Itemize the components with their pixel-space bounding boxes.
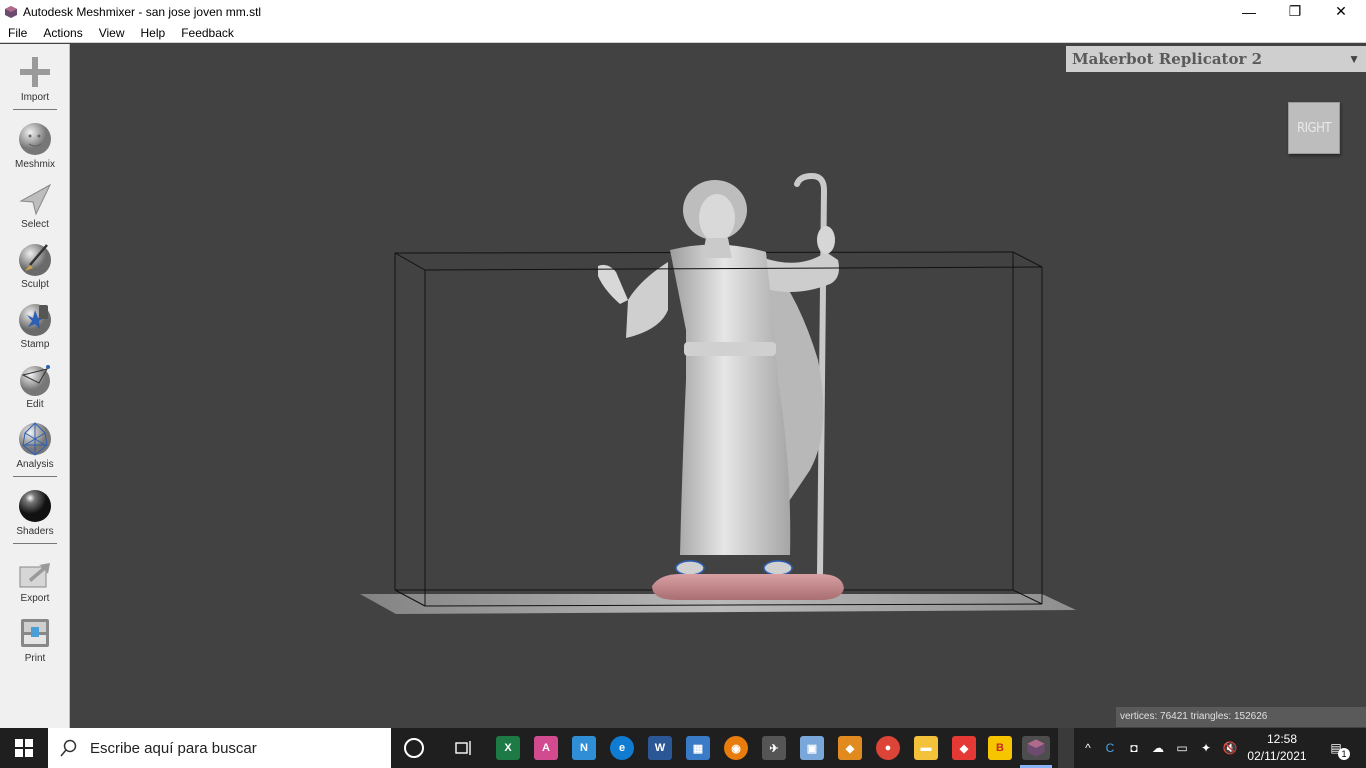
excel-icon[interactable]: X	[496, 736, 520, 760]
taskbar-search[interactable]: Escribe aquí para buscar	[48, 728, 391, 768]
print-label: Print	[24, 653, 46, 664]
analysis-sphere-icon	[19, 422, 51, 456]
scene-canvas	[360, 172, 1076, 614]
window-title: Autodesk Meshmixer - san jose joven mm.s…	[23, 4, 262, 19]
sculpt-label: Sculpt	[21, 279, 49, 290]
stamp-tool-button[interactable]: Stamp	[0, 295, 70, 355]
app-tool-icon[interactable]: ✈	[762, 736, 786, 760]
stamp-label: Stamp	[20, 339, 50, 350]
sculpt-tool-button[interactable]: Sculpt	[0, 235, 70, 295]
menu-file[interactable]: File	[0, 23, 35, 43]
windows-taskbar: Escribe aquí para buscar X A N e W ▦ ◉ ✈…	[0, 728, 1366, 768]
onedrive-icon[interactable]: ☁	[1150, 740, 1166, 756]
printer-name: Makerbot Replicator 2	[1072, 50, 1263, 68]
menu-bar: File Actions View Help Feedback	[0, 23, 1366, 43]
head	[699, 194, 735, 242]
neck	[702, 238, 732, 258]
edit-tool-button[interactable]: Edit	[0, 355, 70, 415]
meshmix-label: Meshmix	[14, 159, 55, 170]
stamp-icon	[19, 304, 51, 336]
cortana-icon[interactable]	[404, 738, 424, 758]
search-icon	[60, 739, 77, 757]
view-cube-label: RIGHT	[1296, 120, 1332, 136]
menu-view[interactable]: View	[91, 23, 133, 43]
chrome-icon[interactable]: ●	[876, 736, 900, 760]
maximize-button[interactable]: ❐	[1272, 0, 1318, 23]
network-icon[interactable]: ▭	[1174, 740, 1190, 756]
right-arm	[764, 252, 839, 292]
calculator-icon[interactable]: ▦	[686, 736, 710, 760]
plus-icon	[20, 57, 50, 87]
belt	[684, 342, 776, 356]
export-tool-button[interactable]: Export	[0, 549, 70, 609]
brush-icon	[19, 244, 51, 276]
analysis-tool-button[interactable]: Analysis	[0, 415, 70, 475]
clock-time[interactable]: 12:58	[1264, 732, 1300, 746]
export-label: Export	[20, 593, 50, 604]
right-foot	[763, 560, 793, 576]
volume-muted-icon[interactable]: 🔇	[1222, 740, 1238, 756]
printer-panel[interactable]: Makerbot Replicator 2 ▼	[1066, 46, 1366, 72]
blender-icon[interactable]: ◉	[724, 736, 748, 760]
meshmixer-app-icon	[5, 5, 17, 18]
app-b-icon[interactable]: B	[988, 736, 1012, 760]
model-base	[652, 574, 844, 600]
dropbox-icon[interactable]: ✦	[1198, 740, 1214, 756]
task-view-icon[interactable]	[452, 736, 476, 760]
app-red-icon[interactable]: ◆	[952, 736, 976, 760]
search-placeholder: Escribe aquí para buscar	[90, 739, 257, 757]
shaders-label: Shaders	[16, 526, 54, 537]
meshmix-tool-button[interactable]: Meshmix	[0, 115, 70, 175]
camera-icon[interactable]: ◘	[1126, 740, 1142, 756]
tray-app-icon[interactable]: C	[1102, 740, 1118, 756]
left-toolbar: Import Meshmix Select Sculpt Stamp Edit …	[0, 44, 70, 728]
word-icon[interactable]: W	[648, 736, 672, 760]
import-label: Import	[20, 92, 50, 103]
close-button[interactable]: ✕	[1318, 0, 1364, 23]
title-bar: Autodesk Meshmixer - san jose joven mm.s…	[0, 0, 1366, 23]
acrobat-icon[interactable]: A	[534, 736, 558, 760]
shader-ball-icon	[19, 490, 51, 522]
edge-icon[interactable]: e	[610, 736, 634, 760]
app-box-icon[interactable]: ◆	[838, 736, 862, 760]
left-sleeve	[626, 262, 668, 338]
select-label: Select	[21, 219, 49, 230]
right-hand	[817, 226, 835, 254]
mesh-stats: vertices: 76421 triangles: 152626	[1116, 707, 1366, 727]
file-explorer-icon[interactable]: ▬	[914, 736, 938, 760]
export-icon	[19, 563, 50, 588]
app-n-icon[interactable]: N	[572, 736, 596, 760]
edit-label: Edit	[26, 399, 44, 410]
start-button[interactable]	[0, 728, 48, 768]
printer-icon	[21, 619, 49, 647]
minimize-button[interactable]: —	[1226, 0, 1272, 23]
3d-viewport[interactable]	[71, 44, 1366, 728]
edit-sphere-icon	[20, 365, 50, 396]
left-hand	[598, 264, 628, 304]
import-tool-button[interactable]: Import	[0, 48, 70, 108]
left-foot	[675, 560, 705, 576]
clock-date[interactable]: 02/11/2021	[1244, 749, 1310, 763]
notification-badge: 1	[1338, 748, 1350, 760]
print-tool-button[interactable]: Print	[0, 609, 70, 669]
toolbar-separator	[13, 543, 57, 544]
menu-feedback[interactable]: Feedback	[173, 23, 242, 43]
view-cube[interactable]: RIGHT	[1288, 102, 1340, 154]
chevron-up-icon[interactable]: ^	[1080, 740, 1096, 756]
chevron-down-icon[interactable]: ▼	[1348, 52, 1360, 66]
arrow-select-icon	[19, 183, 52, 216]
windows-logo-icon	[15, 739, 33, 757]
face-sphere-icon	[19, 123, 51, 155]
toolbar-separator	[13, 476, 57, 477]
menu-help[interactable]: Help	[133, 23, 174, 43]
select-tool-button[interactable]: Select	[0, 175, 70, 235]
toolbar-separator	[13, 109, 57, 110]
app-network-icon[interactable]: ▣	[800, 736, 824, 760]
shaders-tool-button[interactable]: Shaders	[0, 482, 70, 542]
menu-actions[interactable]: Actions	[35, 23, 90, 43]
taskbar-scroll[interactable]	[1058, 728, 1074, 768]
analysis-label: Analysis	[16, 459, 54, 470]
meshmixer-taskbar-icon[interactable]	[1022, 736, 1050, 760]
